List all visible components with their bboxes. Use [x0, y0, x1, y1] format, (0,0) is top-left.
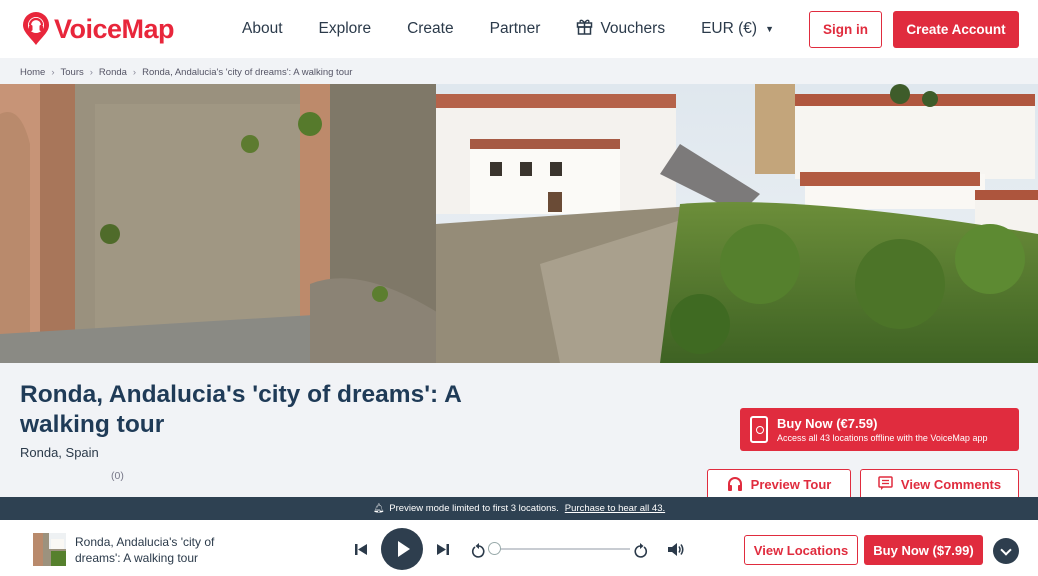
breadcrumb-separator: ›: [132, 67, 137, 78]
caret-down-icon: ▼: [765, 24, 774, 34]
breadcrumb-current: Ronda, Andalucia's 'city of dreams': A w…: [142, 67, 353, 78]
breadcrumb-separator: ›: [89, 67, 93, 78]
play-button[interactable]: [381, 528, 423, 570]
preview-tour-button[interactable]: Preview Tour: [707, 469, 851, 500]
nav-create[interactable]: Create: [407, 20, 454, 38]
view-locations-button[interactable]: View Locations: [744, 535, 858, 565]
purchase-link[interactable]: Purchase to hear all 43.: [565, 503, 665, 514]
view-comments-button[interactable]: View Comments: [860, 469, 1019, 500]
gift-icon: [576, 18, 593, 40]
buy-now-title: Buy Now (€7.59): [777, 416, 878, 431]
chevron-down-icon[interactable]: [993, 538, 1019, 564]
main-nav: About Explore Create Partner Vouchers EU…: [242, 0, 810, 58]
progress-knob[interactable]: [488, 542, 501, 555]
logo[interactable]: VoiceMap: [20, 12, 175, 46]
preview-mode-banner: 🔔︎ Preview mode limited to first 3 locat…: [0, 497, 1038, 520]
preview-tour-label: Preview Tour: [750, 477, 832, 492]
bell-icon: 🔔︎: [372, 503, 385, 513]
create-account-button[interactable]: Create Account: [893, 11, 1019, 48]
forward-icon[interactable]: [634, 543, 648, 563]
logo-text: VoiceMap: [54, 13, 175, 44]
tour-location: Ronda, Spain: [20, 445, 99, 460]
tour-thumbnail: [33, 533, 66, 566]
site-header: VoiceMap About Explore Create Partner Vo…: [0, 0, 1038, 58]
nav-vouchers-label: Vouchers: [600, 20, 666, 37]
player-buy-now-button[interactable]: Buy Now ($7.99): [864, 535, 983, 565]
tour-title: Ronda, Andalucia's 'city of dreams': A w…: [20, 381, 461, 438]
breadcrumb-tours[interactable]: Tours: [61, 67, 84, 78]
player-tour-title: Ronda, Andalucia's 'city of dreams': A w…: [75, 535, 215, 565]
hero-image: [0, 84, 1038, 363]
currency-label: EUR (€): [701, 20, 758, 37]
nav-partner[interactable]: Partner: [490, 20, 541, 38]
skip-forward-icon[interactable]: [436, 543, 450, 561]
rewind-icon[interactable]: [471, 543, 485, 563]
sign-in-button[interactable]: Sign in: [809, 11, 882, 48]
voicemap-logo-icon: [20, 12, 52, 46]
nav-explore[interactable]: Explore: [319, 20, 372, 38]
volume-icon[interactable]: [667, 542, 685, 562]
breadcrumb-home[interactable]: Home: [20, 67, 45, 78]
breadcrumb-city[interactable]: Ronda: [99, 67, 127, 78]
buy-now-button[interactable]: Buy Now (€7.59) Access all 43 locations …: [740, 408, 1019, 451]
view-comments-label: View Comments: [900, 477, 1002, 492]
headphones-icon: [727, 476, 743, 494]
phone-icon: [750, 416, 768, 443]
comment-icon: [878, 476, 893, 493]
progress-track[interactable]: [490, 548, 630, 550]
buy-now-subtitle: Access all 43 locations offline with the…: [777, 433, 988, 443]
rating-count: (0): [111, 470, 124, 482]
breadcrumb-separator: ›: [51, 67, 55, 78]
nav-vouchers[interactable]: Vouchers: [576, 18, 665, 40]
preview-message: Preview mode limited to first 3 location…: [389, 503, 559, 514]
skip-back-icon[interactable]: [354, 543, 368, 561]
currency-select[interactable]: EUR (€) ▼: [701, 20, 774, 38]
audio-player: Ronda, Andalucia's 'city of dreams': A w…: [0, 520, 1038, 576]
nav-about[interactable]: About: [242, 20, 283, 38]
breadcrumb: Home › Tours › Ronda › Ronda, Andalucia'…: [20, 67, 352, 78]
